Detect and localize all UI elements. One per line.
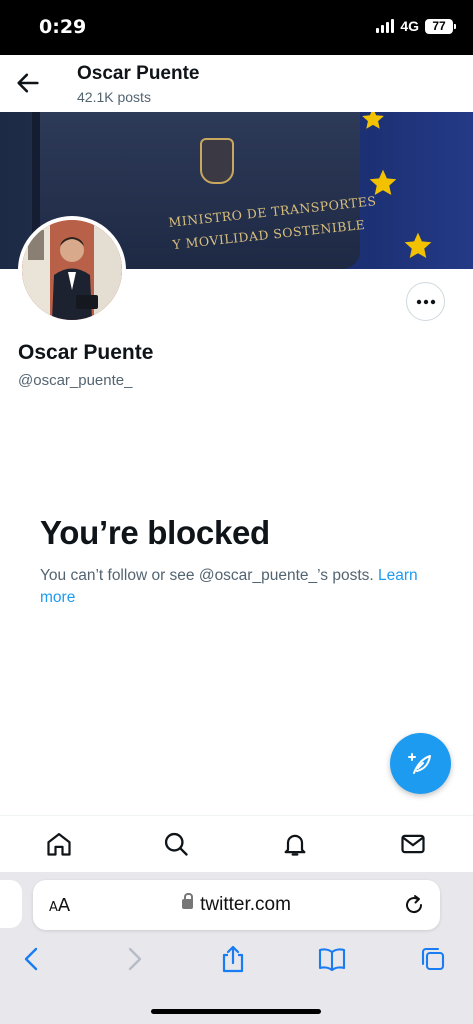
share-button[interactable] [218,944,248,974]
tabs-button[interactable] [418,944,448,974]
feather-plus-icon [407,752,431,774]
battery-icon: 77 [425,18,456,34]
bookmarks-button[interactable] [317,944,347,974]
star-icon [362,112,384,129]
share-icon [222,945,244,973]
chevron-right-icon [128,947,142,971]
chevron-left-icon [24,947,38,971]
address-bar[interactable]: AA twitter.com [33,880,440,930]
browser-back-button[interactable] [17,944,47,974]
tab-search[interactable] [161,829,191,859]
header-title: Oscar Puente [77,63,200,84]
blocked-message-text: You can’t follow or see @oscar_puente_’s… [40,567,374,584]
profile-name: Oscar Puente [18,341,154,364]
profile-header: Oscar Puente 42.1K posts [0,55,473,112]
tabs-icon [421,947,445,971]
compose-post-button[interactable] [390,733,451,794]
network-type: 4G [400,18,419,34]
signal-icon [376,19,395,33]
lock-icon [182,893,194,909]
avatar-photo [22,220,122,320]
coat-of-arms-icon [200,138,234,184]
post-count: 42.1K posts [77,89,151,105]
tab-home[interactable] [44,829,74,859]
url-text: twitter.com [200,894,291,915]
tab-notifications[interactable] [280,829,310,859]
status-indicators: 4G 77 [376,18,456,34]
url-display[interactable]: twitter.com [33,893,440,916]
browser-forward-button[interactable] [119,944,149,974]
status-bar: 0:29 4G 77 [0,0,473,55]
bell-icon [284,834,306,856]
arrow-left-icon[interactable] [14,69,42,97]
previous-tab-peek[interactable] [0,880,22,928]
status-time: 0:29 [39,16,87,38]
avatar[interactable] [18,216,126,324]
star-icon [404,232,432,258]
book-icon [318,948,346,972]
browser-toolbar: AA twitter.com [0,872,473,1024]
blocked-message: You can’t follow or see @oscar_puente_’s… [40,565,440,609]
more-horizontal-icon [416,299,435,304]
profile-handle: @oscar_puente_ [18,372,133,389]
home-icon [47,832,71,856]
bottom-tab-bar [0,815,473,872]
tab-messages[interactable] [398,829,428,859]
home-indicator [151,1009,321,1014]
search-icon [164,832,188,856]
reload-icon[interactable] [402,893,426,917]
star-icon [369,169,397,195]
blocked-title: You’re blocked [40,514,270,551]
more-options-button[interactable] [406,282,445,321]
mail-icon [401,834,425,854]
